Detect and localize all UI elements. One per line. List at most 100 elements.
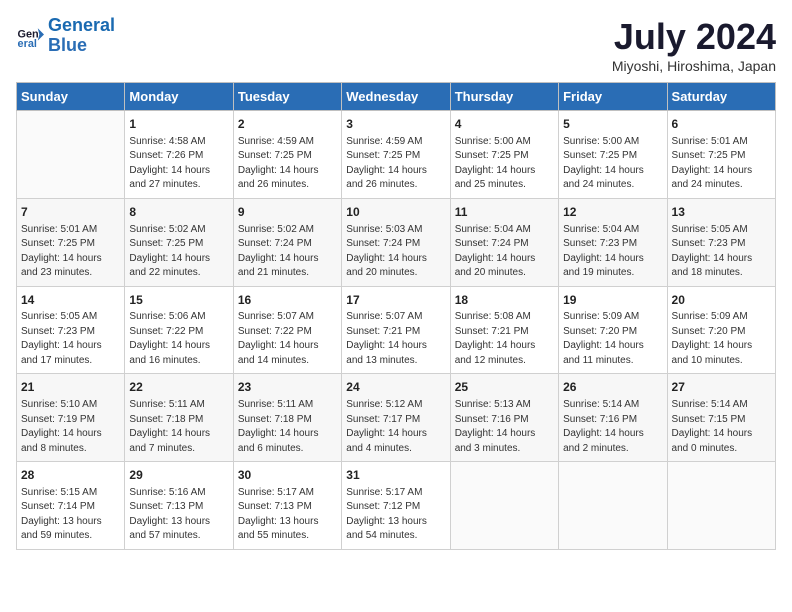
day-info: Sunrise: 5:04 AM Sunset: 7:24 PM Dayligh… bbox=[455, 223, 554, 281]
day-number: 25 bbox=[455, 379, 554, 396]
svg-text:eral: eral bbox=[18, 38, 37, 50]
day-info: Sunrise: 5:08 AM Sunset: 7:21 PM Dayligh… bbox=[455, 310, 554, 368]
day-number: 4 bbox=[455, 116, 554, 133]
day-number: 2 bbox=[238, 116, 337, 133]
week-row-3: 14Sunrise: 5:05 AM Sunset: 7:23 PM Dayli… bbox=[17, 286, 776, 374]
day-info: Sunrise: 5:06 AM Sunset: 7:22 PM Dayligh… bbox=[129, 310, 228, 368]
calendar-cell: 7 Sunrise: 5:01 AM Sunset: 7:25 PM Daylig… bbox=[17, 198, 125, 286]
day-number: 11 bbox=[455, 204, 554, 221]
day-info: Sunrise: 5:11 AM Sunset: 7:18 PM Dayligh… bbox=[129, 398, 228, 456]
week-row-2: 7 Sunrise: 5:01 AM Sunset: 7:25 PM Daylig… bbox=[17, 198, 776, 286]
calendar-cell: 24 Sunrise: 5:12 AM Sunset: 7:17 PM Dayli… bbox=[342, 374, 450, 462]
week-row-1: 1 Sunrise: 4:58 AM Sunset: 7:26 PM Daylig… bbox=[17, 111, 776, 199]
day-info: Sunrise: 5:02 AM Sunset: 7:25 PM Dayligh… bbox=[129, 223, 228, 281]
calendar-cell: 26Sunrise: 5:14 AM Sunset: 7:16 PM Dayli… bbox=[559, 374, 667, 462]
calendar-cell: 16Sunrise: 5:07 AM Sunset: 7:22 PM Dayli… bbox=[233, 286, 341, 374]
day-number: 28 bbox=[21, 467, 120, 484]
day-info: Sunrise: 5:07 AM Sunset: 7:21 PM Dayligh… bbox=[346, 310, 445, 368]
day-number: 9 bbox=[238, 204, 337, 221]
day-number: 7 bbox=[21, 204, 120, 221]
calendar-cell: 21 Sunrise: 5:10 AM Sunset: 7:19 PM Dayli… bbox=[17, 374, 125, 462]
day-info: Sunrise: 5:00 AM Sunset: 7:25 PM Dayligh… bbox=[455, 135, 554, 193]
calendar-cell bbox=[17, 111, 125, 199]
day-info: Sunrise: 4:58 AM Sunset: 7:26 PM Dayligh… bbox=[129, 135, 228, 193]
calendar-cell: 12 Sunrise: 5:04 AM Sunset: 7:23 PM Dayli… bbox=[559, 198, 667, 286]
day-number: 14 bbox=[21, 292, 120, 309]
day-number: 23 bbox=[238, 379, 337, 396]
day-info: Sunrise: 5:10 AM Sunset: 7:19 PM Dayligh… bbox=[21, 398, 120, 456]
logo-icon: Gen eral bbox=[16, 22, 44, 50]
day-number: 26 bbox=[563, 379, 662, 396]
day-info: Sunrise: 5:09 AM Sunset: 7:20 PM Dayligh… bbox=[563, 310, 662, 368]
calendar-cell: 28 Sunrise: 5:15 AM Sunset: 7:14 PM Dayli… bbox=[17, 462, 125, 550]
calendar-cell: 17Sunrise: 5:07 AM Sunset: 7:21 PM Dayli… bbox=[342, 286, 450, 374]
calendar-cell: 19Sunrise: 5:09 AM Sunset: 7:20 PM Dayli… bbox=[559, 286, 667, 374]
day-info: Sunrise: 5:15 AM Sunset: 7:14 PM Dayligh… bbox=[21, 486, 120, 544]
logo: Gen eral General Blue bbox=[16, 16, 115, 56]
day-info: Sunrise: 5:12 AM Sunset: 7:17 PM Dayligh… bbox=[346, 398, 445, 456]
day-number: 13 bbox=[672, 204, 771, 221]
weekday-header-friday: Friday bbox=[559, 83, 667, 111]
calendar-cell: 3Sunrise: 4:59 AM Sunset: 7:25 PM Daylig… bbox=[342, 111, 450, 199]
day-info: Sunrise: 5:13 AM Sunset: 7:16 PM Dayligh… bbox=[455, 398, 554, 456]
day-number: 24 bbox=[346, 379, 445, 396]
day-info: Sunrise: 5:16 AM Sunset: 7:13 PM Dayligh… bbox=[129, 486, 228, 544]
day-info: Sunrise: 5:01 AM Sunset: 7:25 PM Dayligh… bbox=[21, 223, 120, 281]
day-info: Sunrise: 5:05 AM Sunset: 7:23 PM Dayligh… bbox=[672, 223, 771, 281]
week-row-4: 21 Sunrise: 5:10 AM Sunset: 7:19 PM Dayli… bbox=[17, 374, 776, 462]
day-number: 29 bbox=[129, 467, 228, 484]
day-info: Sunrise: 5:05 AM Sunset: 7:23 PM Dayligh… bbox=[21, 310, 120, 368]
weekday-header-monday: Monday bbox=[125, 83, 233, 111]
day-info: Sunrise: 5:09 AM Sunset: 7:20 PM Dayligh… bbox=[672, 310, 771, 368]
day-info: Sunrise: 5:07 AM Sunset: 7:22 PM Dayligh… bbox=[238, 310, 337, 368]
calendar-cell: 23Sunrise: 5:11 AM Sunset: 7:18 PM Dayli… bbox=[233, 374, 341, 462]
calendar-cell: 1 Sunrise: 4:58 AM Sunset: 7:26 PM Daylig… bbox=[125, 111, 233, 199]
day-number: 18 bbox=[455, 292, 554, 309]
day-number: 19 bbox=[563, 292, 662, 309]
day-number: 15 bbox=[129, 292, 228, 309]
calendar-cell: 29 Sunrise: 5:16 AM Sunset: 7:13 PM Dayli… bbox=[125, 462, 233, 550]
day-number: 10 bbox=[346, 204, 445, 221]
day-number: 27 bbox=[672, 379, 771, 396]
day-number: 3 bbox=[346, 116, 445, 133]
calendar-cell: 18Sunrise: 5:08 AM Sunset: 7:21 PM Dayli… bbox=[450, 286, 558, 374]
calendar-cell: 25 Sunrise: 5:13 AM Sunset: 7:16 PM Dayli… bbox=[450, 374, 558, 462]
day-number: 20 bbox=[672, 292, 771, 309]
day-info: Sunrise: 4:59 AM Sunset: 7:25 PM Dayligh… bbox=[238, 135, 337, 193]
calendar-cell: 6 Sunrise: 5:01 AM Sunset: 7:25 PM Daylig… bbox=[667, 111, 775, 199]
calendar-cell: 27 Sunrise: 5:14 AM Sunset: 7:15 PM Dayli… bbox=[667, 374, 775, 462]
day-number: 8 bbox=[129, 204, 228, 221]
day-number: 6 bbox=[672, 116, 771, 133]
calendar-cell: 15Sunrise: 5:06 AM Sunset: 7:22 PM Dayli… bbox=[125, 286, 233, 374]
calendar-cell: 31Sunrise: 5:17 AM Sunset: 7:12 PM Dayli… bbox=[342, 462, 450, 550]
day-number: 5 bbox=[563, 116, 662, 133]
weekday-header-thursday: Thursday bbox=[450, 83, 558, 111]
calendar-cell: 4 Sunrise: 5:00 AM Sunset: 7:25 PM Daylig… bbox=[450, 111, 558, 199]
weekday-header-row: SundayMondayTuesdayWednesdayThursdayFrid… bbox=[17, 83, 776, 111]
day-number: 17 bbox=[346, 292, 445, 309]
calendar-cell bbox=[559, 462, 667, 550]
weekday-header-saturday: Saturday bbox=[667, 83, 775, 111]
day-info: Sunrise: 5:14 AM Sunset: 7:15 PM Dayligh… bbox=[672, 398, 771, 456]
day-info: Sunrise: 5:03 AM Sunset: 7:24 PM Dayligh… bbox=[346, 223, 445, 281]
day-number: 21 bbox=[21, 379, 120, 396]
weekday-header-sunday: Sunday bbox=[17, 83, 125, 111]
day-info: Sunrise: 5:00 AM Sunset: 7:25 PM Dayligh… bbox=[563, 135, 662, 193]
title-area: July 2024 Miyoshi, Hiroshima, Japan bbox=[612, 16, 776, 74]
calendar-cell bbox=[667, 462, 775, 550]
month-title: July 2024 bbox=[612, 16, 776, 58]
calendar-cell bbox=[450, 462, 558, 550]
day-info: Sunrise: 5:02 AM Sunset: 7:24 PM Dayligh… bbox=[238, 223, 337, 281]
calendar-table: SundayMondayTuesdayWednesdayThursdayFrid… bbox=[16, 82, 776, 550]
day-info: Sunrise: 5:01 AM Sunset: 7:25 PM Dayligh… bbox=[672, 135, 771, 193]
weekday-header-tuesday: Tuesday bbox=[233, 83, 341, 111]
day-info: Sunrise: 5:17 AM Sunset: 7:13 PM Dayligh… bbox=[238, 486, 337, 544]
header: Gen eral General Blue July 2024 Miyoshi,… bbox=[16, 16, 776, 74]
calendar-cell: 8 Sunrise: 5:02 AM Sunset: 7:25 PM Daylig… bbox=[125, 198, 233, 286]
calendar-cell: 30Sunrise: 5:17 AM Sunset: 7:13 PM Dayli… bbox=[233, 462, 341, 550]
day-info: Sunrise: 5:04 AM Sunset: 7:23 PM Dayligh… bbox=[563, 223, 662, 281]
calendar-cell: 13 Sunrise: 5:05 AM Sunset: 7:23 PM Dayli… bbox=[667, 198, 775, 286]
day-number: 12 bbox=[563, 204, 662, 221]
calendar-cell: 9 Sunrise: 5:02 AM Sunset: 7:24 PM Daylig… bbox=[233, 198, 341, 286]
day-number: 1 bbox=[129, 116, 228, 133]
